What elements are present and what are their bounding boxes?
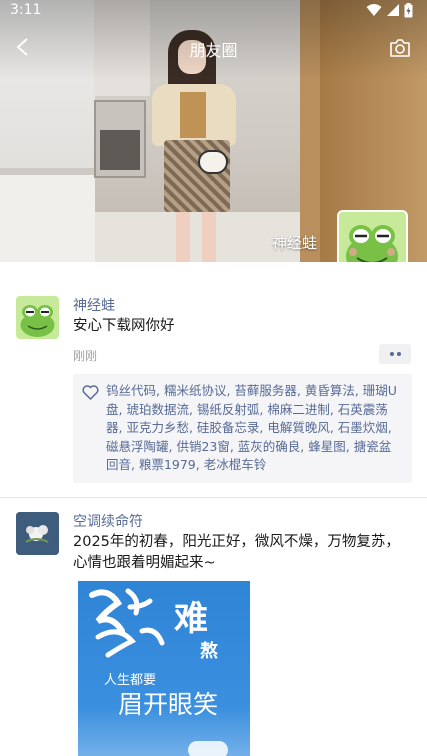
post-avatar[interactable]	[16, 296, 59, 339]
status-time: 3:11	[10, 2, 42, 18]
post-author[interactable]: 空调续命符	[73, 511, 143, 531]
wifi-icon	[366, 4, 382, 16]
cover-counter	[0, 175, 95, 262]
camera-icon[interactable]	[389, 37, 411, 59]
post-time: 刚刚	[73, 349, 98, 363]
cover-person-top	[180, 92, 206, 138]
cover-person-leg	[176, 212, 190, 262]
likes-list[interactable]: 钨丝代码, 糯米纸协议, 苔藓服务器, 黄昏算法, 珊瑚U盘, 琥珀数据流, 锡…	[106, 383, 397, 472]
status-icons	[366, 3, 413, 18]
likes-panel: 钨丝代码, 糯米纸协议, 苔藓服务器, 黄昏算法, 珊瑚U盘, 琥珀数据流, 锡…	[73, 374, 412, 483]
cover-person-bag	[198, 150, 228, 174]
page-title: 朋友圈	[189, 41, 238, 60]
flower-avatar-icon	[16, 512, 59, 555]
post-divider	[0, 497, 427, 498]
post-avatar[interactable]	[16, 512, 59, 555]
dot-icon	[389, 352, 394, 356]
signal-icon	[387, 4, 399, 16]
post-image[interactable]: 难 熬 人生都要 眉开眼笑	[78, 581, 250, 756]
dot-icon	[396, 352, 401, 356]
profile-name[interactable]: 神经蛙	[272, 232, 317, 253]
post-author[interactable]: 神经蛙	[73, 295, 115, 315]
heart-icon	[82, 385, 99, 400]
post-text: 2025年的初春，阳光正好，微风不燥，万物复苏，心情也跟着明媚起来~	[73, 534, 400, 571]
poster-text: 熬	[200, 641, 218, 662]
brush-calligraphy-icon	[89, 588, 165, 658]
post-more-button[interactable]	[379, 344, 411, 364]
cover-oven-glass	[100, 130, 140, 170]
battery-icon	[404, 3, 413, 18]
status-bar: 3:11	[0, 0, 427, 22]
cover-person-leg	[202, 212, 216, 262]
post-text: 安心下载网你好	[73, 318, 175, 334]
frog-avatar-icon	[16, 296, 59, 339]
poster-text: 眉开眼笑	[118, 690, 219, 719]
poster-cloud	[188, 741, 228, 756]
poster-text: 难	[174, 599, 208, 639]
